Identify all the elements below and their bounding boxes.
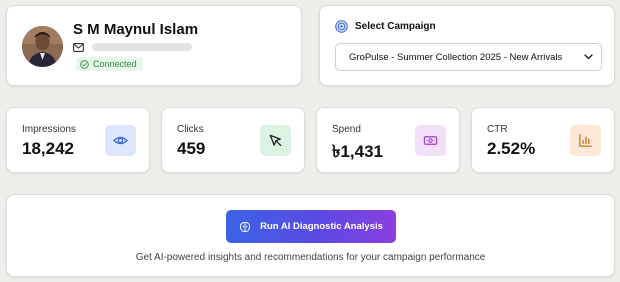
- metric-card-clicks: Clicks 459: [161, 107, 305, 173]
- metric-icon-box: [570, 125, 601, 156]
- metric-label: Clicks: [177, 124, 204, 135]
- email-row: [73, 41, 192, 53]
- target-icon: [335, 20, 348, 33]
- metric-card-ctr: CTR 2.52%: [471, 107, 615, 173]
- metric-value: 18,242: [22, 139, 74, 158]
- metric-icon-box: [105, 125, 136, 156]
- metric-icon-box: [415, 125, 446, 156]
- chevron-down-icon: [584, 54, 593, 60]
- status-badge: Connected: [76, 57, 143, 71]
- eye-icon: [113, 136, 128, 145]
- run-analysis-label: Run AI Diagnostic Analysis: [260, 221, 383, 232]
- cursor-icon: [269, 134, 282, 147]
- email-redacted: [92, 43, 192, 51]
- metric-card-impressions: Impressions 18,242: [6, 107, 150, 173]
- metric-value: 2.52%: [487, 139, 536, 158]
- user-name: S M Maynul Islam: [73, 21, 199, 38]
- metric-value: 459: [177, 139, 206, 158]
- avatar: [22, 26, 63, 67]
- analysis-description: Get AI-powered insights and recommendati…: [135, 252, 486, 263]
- run-analysis-button[interactable]: Run AI Diagnostic Analysis: [226, 210, 396, 243]
- campaign-title: Select Campaign: [355, 21, 436, 32]
- metric-card-spend: Spend ৳1,431: [316, 107, 460, 173]
- metric-value: ৳1,431: [332, 142, 384, 161]
- metric-label: Impressions: [22, 124, 76, 135]
- analysis-card: Run AI Diagnostic Analysis Get AI-powere…: [6, 194, 615, 277]
- check-circle-icon: [80, 59, 89, 69]
- campaign-card: Select Campaign GroPulse - Summer Collec…: [319, 5, 615, 86]
- campaign-header: Select Campaign: [335, 20, 436, 33]
- brain-icon: [239, 221, 251, 232]
- mail-icon: [73, 42, 84, 52]
- profile-card: S M Maynul Islam Connected: [6, 5, 302, 86]
- bar-chart-icon: [579, 134, 592, 147]
- status-text: Connected: [93, 59, 137, 69]
- campaign-select-value: GroPulse - Summer Collection 2025 - New …: [349, 51, 563, 63]
- metric-label: CTR: [487, 124, 508, 135]
- campaign-select[interactable]: GroPulse - Summer Collection 2025 - New …: [335, 43, 602, 71]
- metric-icon-box: [260, 125, 291, 156]
- metric-label: Spend: [332, 124, 361, 135]
- banknote-icon: [423, 136, 438, 145]
